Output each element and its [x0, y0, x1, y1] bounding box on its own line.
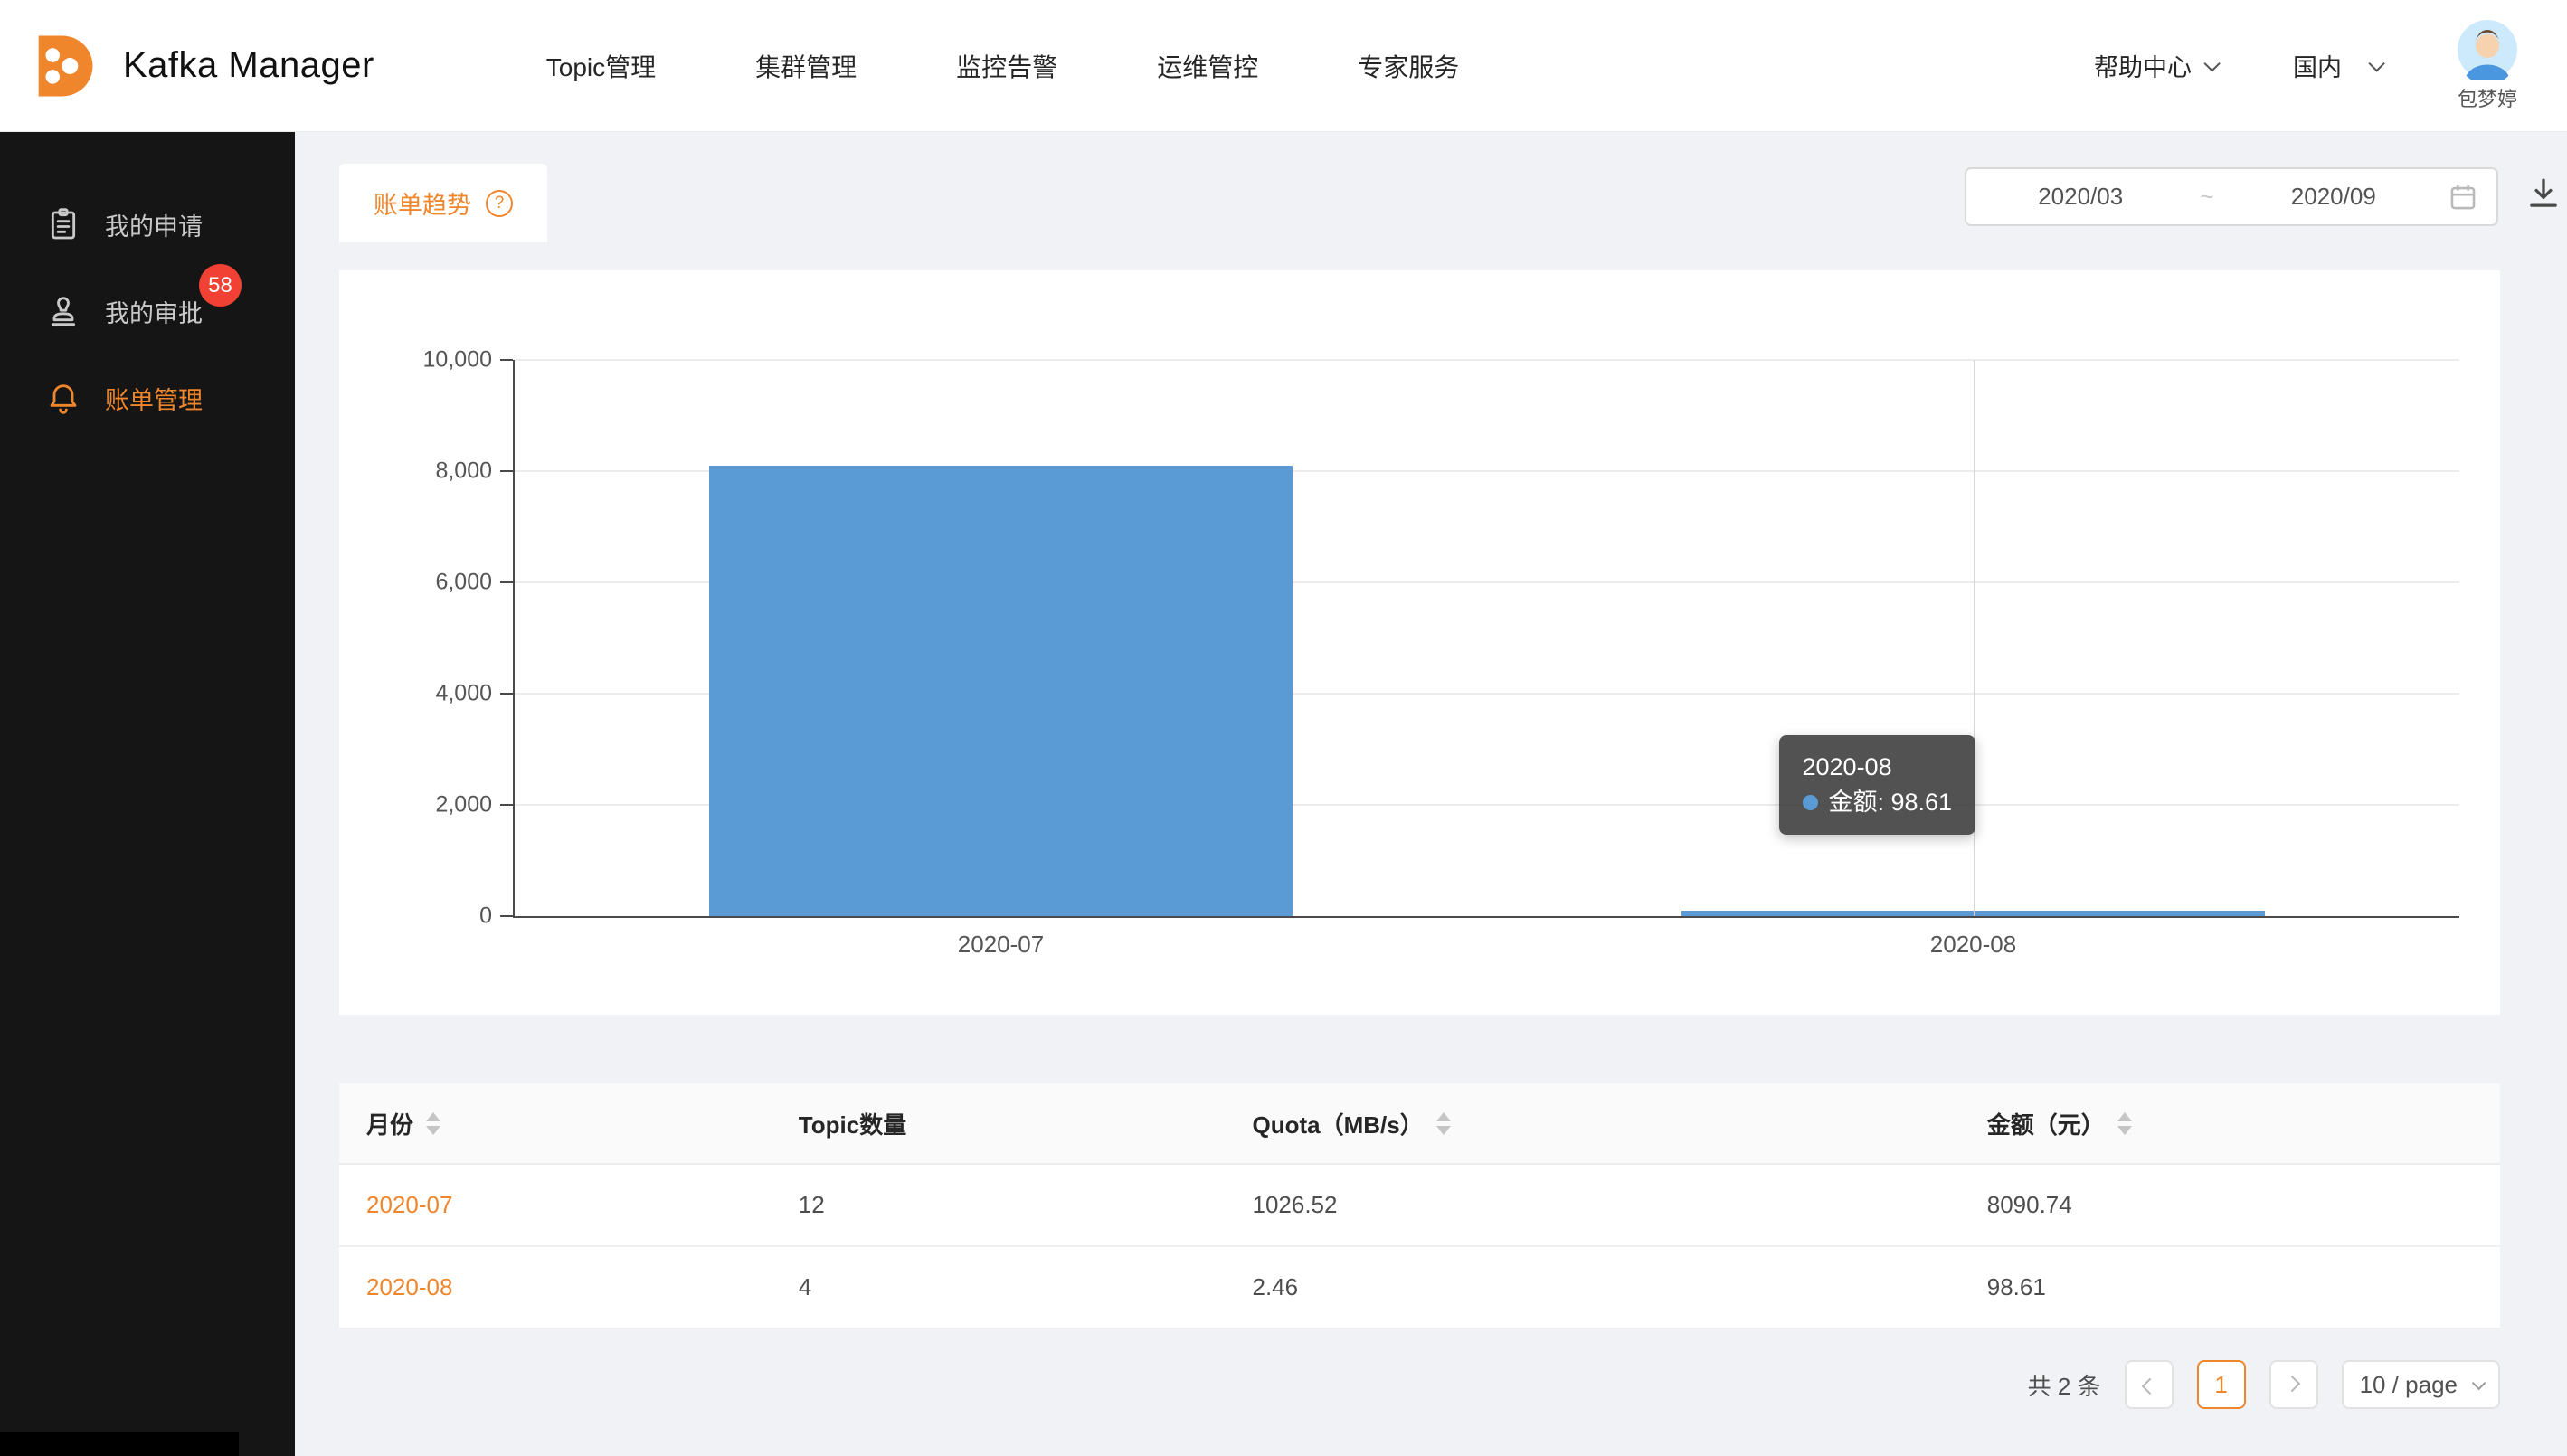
chevron-down-icon — [2472, 1376, 2486, 1390]
y-axis-label: 6,000 — [343, 570, 492, 596]
y-axis-label: 2,000 — [343, 792, 492, 818]
tooltip-title: 2020-08 — [1803, 750, 1953, 785]
app-logo[interactable] — [24, 27, 101, 105]
amount-cell: 8090.74 — [1987, 1191, 2072, 1219]
sort-icon[interactable] — [2117, 1112, 2132, 1135]
chevron-down-icon — [2203, 55, 2220, 71]
chevron-down-icon — [2368, 55, 2384, 71]
sort-icon[interactable] — [1436, 1112, 1451, 1135]
prev-page-button[interactable] — [2125, 1360, 2174, 1409]
chart-tooltip: 2020-08 金额: 98.61 — [1779, 735, 1976, 835]
help-question-icon[interactable]: ? — [486, 190, 513, 217]
table-row: 2020-07 12 1026.52 8090.74 — [339, 1165, 2500, 1247]
avatar — [2458, 20, 2517, 80]
topic-count-cell: 4 — [799, 1273, 811, 1301]
total-count: 共 2 条 — [2028, 1368, 2101, 1402]
main-nav: Topic管理 集群管理 监控告警 运维管控 专家服务 — [546, 48, 1459, 84]
y-axis-label: 4,000 — [343, 681, 492, 707]
sidebar-item-bill-management[interactable]: 账单管理 — [0, 355, 295, 441]
app-title: Kafka Manager — [123, 45, 374, 86]
top-header: Kafka Manager Topic管理 集群管理 监控告警 运维管控 专家服… — [0, 0, 2567, 132]
date-end[interactable]: 2020/09 — [2220, 183, 2448, 211]
nav-topic-management[interactable]: Topic管理 — [546, 48, 656, 84]
pagination: 共 2 条 1 10 / page — [339, 1360, 2500, 1409]
user-name: 包梦婷 — [2458, 83, 2517, 112]
date-start[interactable]: 2020/03 — [1966, 183, 2194, 211]
sidebar-item-label: 我的申请 — [105, 207, 203, 242]
y-axis-label: 0 — [343, 903, 492, 930]
y-axis-label: 10,000 — [343, 347, 492, 373]
nav-monitor-alert[interactable]: 监控告警 — [956, 48, 1057, 84]
quota-cell: 2.46 — [1252, 1273, 1298, 1301]
download-icon — [2524, 175, 2562, 213]
logo-icon — [24, 27, 101, 105]
sidebar-item-label: 账单管理 — [105, 381, 203, 416]
calendar-icon — [2448, 182, 2478, 213]
x-axis-label: 2020-07 — [958, 931, 1044, 959]
next-page-button[interactable] — [2269, 1360, 2318, 1409]
tab-label: 账单趋势 — [374, 185, 471, 221]
y-axis-tick — [500, 581, 513, 583]
tooltip-value: 金额: 98.61 — [1829, 785, 1953, 820]
bill-table: 月份 Topic数量 Quota（MB/s） 金额（元） 2020-07 12 — [339, 1083, 2500, 1329]
y-axis-tick — [500, 470, 513, 472]
date-separator: ~ — [2194, 183, 2219, 211]
chevron-right-icon — [2284, 1375, 2300, 1391]
gridline — [515, 359, 2459, 361]
kafka-manager-page: Kafka Manager Topic管理 集群管理 监控告警 运维管控 专家服… — [0, 0, 2567, 1456]
sidebar: 我的申请 我的审批 58 账单管理 — [0, 132, 295, 1456]
bill-trend-chart-panel: 2020-08 金额: 98.61 0 2,000 4,000 6,000 8,000 1… — [339, 270, 2500, 1015]
column-header-month[interactable]: 月份 — [339, 1107, 772, 1140]
y-axis-tick — [500, 359, 513, 361]
y-axis-label: 8,000 — [343, 459, 492, 485]
nav-expert-service[interactable]: 专家服务 — [1358, 48, 1459, 84]
nav-ops-control[interactable]: 运维管控 — [1157, 48, 1258, 84]
clipboard-icon — [45, 206, 81, 242]
main-content: 账单趋势 ? 2020/03 ~ 2020/09 2020-08 — [295, 132, 2567, 1456]
tab-bill-trend[interactable]: 账单趋势 ? — [339, 164, 547, 242]
quota-cell: 1026.52 — [1252, 1191, 1337, 1219]
table-row: 2020-08 4 2.46 98.61 — [339, 1247, 2500, 1329]
sidebar-item-my-approvals[interactable]: 我的审批 58 — [0, 268, 295, 355]
date-range-picker[interactable]: 2020/03 ~ 2020/09 — [1965, 167, 2498, 226]
column-header-amount[interactable]: 金额（元） — [1960, 1107, 2500, 1140]
bar-2020-07[interactable] — [709, 466, 1293, 916]
sidebar-item-label: 我的审批 — [105, 294, 203, 329]
region-label: 国内 — [2293, 48, 2342, 83]
table-header-row: 月份 Topic数量 Quota（MB/s） 金额（元） — [339, 1083, 2500, 1165]
tooltip-series-dot — [1803, 795, 1818, 810]
y-axis-tick — [500, 693, 513, 695]
page-size-select[interactable]: 10 / page — [2342, 1360, 2500, 1409]
sidebar-menu: 我的申请 我的审批 58 账单管理 — [0, 132, 295, 441]
header-right: 帮助中心 国内 包梦婷 — [2094, 20, 2567, 112]
stamp-icon — [45, 293, 81, 329]
bell-icon — [45, 380, 81, 416]
x-axis-label: 2020-08 — [1930, 931, 2016, 959]
y-axis-tick — [500, 915, 513, 917]
amount-cell: 98.61 — [1987, 1273, 2046, 1301]
chevron-left-icon — [2142, 1377, 2158, 1394]
topic-count-cell: 12 — [799, 1191, 825, 1219]
user-menu[interactable]: 包梦婷 — [2458, 20, 2517, 112]
column-header-quota[interactable]: Quota（MB/s） — [1225, 1107, 1959, 1140]
nav-cluster-management[interactable]: 集群管理 — [755, 48, 857, 84]
crosshair-line — [1974, 360, 1975, 916]
column-header-topic-count: Topic数量 — [772, 1107, 1226, 1140]
sidebar-item-my-applications[interactable]: 我的申请 — [0, 181, 295, 268]
page-number-button[interactable]: 1 — [2197, 1360, 2246, 1409]
help-center-menu[interactable]: 帮助中心 — [2094, 48, 2216, 83]
help-center-label: 帮助中心 — [2094, 48, 2192, 83]
download-button[interactable] — [2522, 172, 2565, 215]
sort-icon[interactable] — [426, 1112, 440, 1135]
page-size-value: 10 / page — [2360, 1371, 2458, 1399]
approvals-count-badge: 58 — [199, 264, 242, 307]
y-axis-tick — [500, 804, 513, 806]
month-link[interactable]: 2020-07 — [366, 1191, 452, 1219]
month-link[interactable]: 2020-08 — [366, 1273, 452, 1301]
region-select[interactable]: 国内 — [2293, 48, 2381, 83]
chart-plot[interactable]: 2020-08 金额: 98.61 02,0004,0006,0008,0001… — [513, 360, 2459, 918]
sidebar-footer — [0, 1432, 239, 1456]
